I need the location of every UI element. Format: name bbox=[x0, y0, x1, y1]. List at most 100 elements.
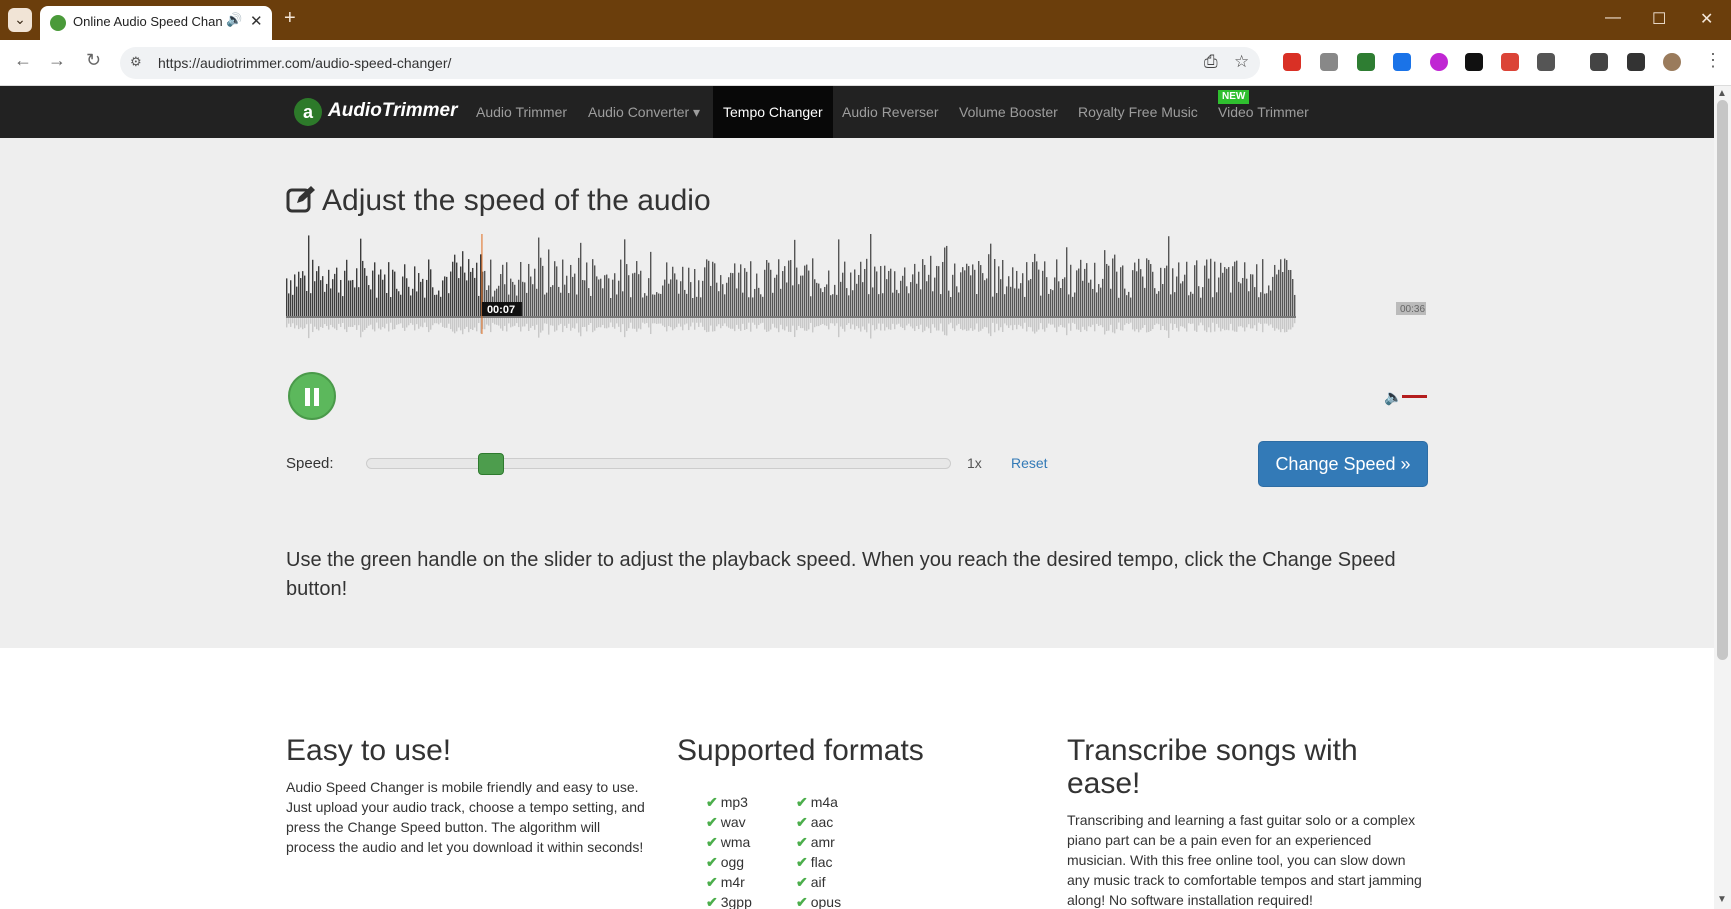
scrollbar-thumb[interactable] bbox=[1717, 100, 1728, 660]
waveform-reflection bbox=[1086, 318, 1088, 332]
waveform-bar bbox=[592, 259, 594, 316]
waveform-bar bbox=[454, 254, 456, 316]
pause-button[interactable] bbox=[288, 372, 336, 420]
waveform-reflection bbox=[672, 318, 674, 331]
waveform-reflection bbox=[1254, 318, 1256, 326]
check-icon: ✔ bbox=[706, 834, 718, 850]
waveform-bar bbox=[1024, 296, 1026, 316]
todoist-extension-icon[interactable] bbox=[1501, 53, 1519, 71]
minimize-icon[interactable]: — bbox=[1605, 9, 1621, 27]
extension-icon[interactable] bbox=[1320, 53, 1338, 71]
extension-icon[interactable] bbox=[1393, 53, 1411, 71]
waveform-reflection bbox=[358, 318, 360, 326]
waveform-reflection bbox=[1274, 318, 1276, 331]
side-panel-icon[interactable] bbox=[1627, 53, 1645, 71]
formats-list-2: ✔ m4a ✔ aac ✔ amr ✔ flac ✔ aif ✔ opus bbox=[796, 792, 841, 909]
waveform-reflection bbox=[662, 318, 664, 326]
waveform-bar bbox=[1010, 286, 1012, 316]
change-speed-button[interactable]: Change Speed » bbox=[1258, 441, 1428, 487]
reload-icon[interactable]: ↻ bbox=[86, 50, 101, 71]
audio-waveform[interactable]: 00:07 00:36 bbox=[286, 234, 1426, 344]
nav-tempo-changer[interactable]: Tempo Changer bbox=[713, 86, 833, 138]
waveform-bar bbox=[600, 278, 602, 316]
waveform-bar bbox=[380, 269, 382, 316]
waveform-reflection bbox=[884, 318, 886, 331]
reset-link[interactable]: Reset bbox=[1011, 455, 1048, 471]
notion-extension-icon[interactable] bbox=[1465, 53, 1483, 71]
volume-slider[interactable] bbox=[1402, 395, 1427, 398]
volume-icon[interactable]: 🔈 bbox=[1384, 388, 1403, 406]
media-control-icon[interactable] bbox=[1590, 53, 1608, 71]
bookmark-star-icon[interactable]: ☆ bbox=[1234, 52, 1249, 72]
waveform-bar bbox=[952, 274, 954, 316]
waveform-reflection bbox=[812, 318, 814, 333]
waveform-reflection bbox=[1090, 318, 1092, 328]
close-window-icon[interactable]: ✕ bbox=[1700, 9, 1713, 29]
waveform-bar bbox=[1222, 272, 1224, 316]
waveform-reflection bbox=[1138, 318, 1140, 333]
tab-close-icon[interactable]: ✕ bbox=[250, 12, 263, 30]
waveform-bar bbox=[340, 279, 342, 316]
scroll-up-icon[interactable]: ▲ bbox=[1717, 88, 1727, 99]
scroll-down-icon[interactable]: ▼ bbox=[1717, 894, 1727, 905]
waveform-reflection bbox=[938, 318, 940, 331]
nav-audio-reverser[interactable]: Audio Reverser bbox=[832, 86, 949, 138]
waveform-reflection bbox=[886, 318, 888, 328]
waveform-bar bbox=[1290, 270, 1292, 316]
browser-tab[interactable]: Online Audio Speed Changer 🔊 ✕ bbox=[40, 6, 272, 40]
speed-slider-track[interactable] bbox=[366, 453, 951, 475]
site-info-icon[interactable]: ⚙ bbox=[130, 54, 142, 70]
waveform-bar bbox=[998, 266, 1000, 316]
page-scrollbar[interactable]: ▲ ▼ bbox=[1714, 86, 1731, 909]
waveform-bar bbox=[1008, 276, 1010, 316]
waveform-bar bbox=[884, 265, 886, 316]
new-tab-icon[interactable]: + bbox=[284, 8, 296, 28]
waveform-bar bbox=[782, 271, 784, 316]
extension-icon[interactable] bbox=[1430, 53, 1448, 71]
gmail-extension-icon[interactable] bbox=[1283, 53, 1301, 71]
waveform-bar bbox=[452, 261, 454, 316]
extensions-puzzle-icon[interactable] bbox=[1537, 53, 1555, 71]
waveform-reflection bbox=[956, 318, 958, 326]
waveform-bar bbox=[1040, 295, 1042, 316]
waveform-bar bbox=[872, 287, 874, 316]
waveform-reflection bbox=[636, 318, 638, 332]
waveform-reflection bbox=[574, 318, 576, 329]
waveform-reflection bbox=[718, 318, 720, 325]
waveform-bar bbox=[478, 295, 480, 316]
format-item: ✔ flac bbox=[796, 854, 833, 870]
waveform-bar bbox=[962, 267, 964, 316]
waveform-reflection bbox=[660, 318, 662, 324]
profile-avatar[interactable] bbox=[1663, 53, 1681, 71]
waveform-reflection bbox=[432, 318, 434, 326]
extension-icon[interactable] bbox=[1357, 53, 1375, 71]
install-app-icon[interactable]: ⎙ bbox=[1204, 52, 1218, 72]
address-bar[interactable]: ⚙ https://audiotrimmer.com/audio-speed-c… bbox=[120, 47, 1260, 79]
nav-volume-booster[interactable]: Volume Booster bbox=[949, 86, 1068, 138]
chrome-menu-icon[interactable]: ⋮ bbox=[1704, 50, 1722, 71]
maximize-icon[interactable]: ☐ bbox=[1652, 9, 1666, 29]
waveform-reflection bbox=[1016, 318, 1018, 330]
nav-audio-trimmer[interactable]: Audio Trimmer bbox=[466, 86, 577, 138]
waveform-reflection bbox=[1202, 318, 1204, 326]
waveform-reflection bbox=[1014, 318, 1016, 325]
waveform-bar bbox=[426, 279, 428, 316]
waveform-reflection bbox=[302, 318, 304, 330]
waveform-bar bbox=[976, 294, 978, 316]
waveform-reflection bbox=[514, 318, 516, 326]
tab-search-button[interactable]: ⌄ bbox=[8, 8, 32, 32]
waveform-reflection bbox=[1270, 318, 1272, 325]
waveform-bar bbox=[694, 269, 696, 316]
url-text[interactable]: https://audiotrimmer.com/audio-speed-cha… bbox=[158, 55, 451, 71]
back-icon[interactable]: ← bbox=[14, 50, 32, 71]
nav-royalty-free-music[interactable]: Royalty Free Music bbox=[1068, 86, 1208, 138]
waveform-reflection bbox=[1134, 318, 1136, 332]
forward-icon[interactable]: → bbox=[48, 50, 66, 71]
waveform-reflection bbox=[682, 318, 684, 331]
speed-slider-handle[interactable] bbox=[478, 453, 505, 475]
format-item: ✔ mp3 bbox=[706, 794, 748, 810]
nav-audio-converter[interactable]: Audio Converter ▾ bbox=[578, 86, 710, 138]
speaker-icon[interactable]: 🔊 bbox=[226, 12, 242, 28]
waveform-bar bbox=[714, 263, 716, 316]
waveform-bar bbox=[466, 280, 468, 316]
